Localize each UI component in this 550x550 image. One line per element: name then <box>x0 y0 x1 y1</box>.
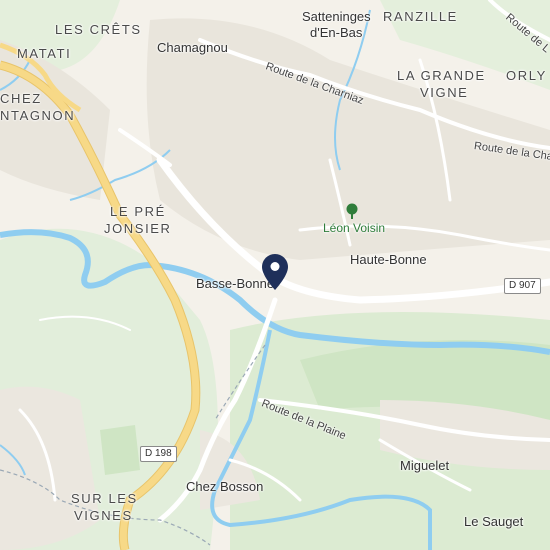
road-shield-d907: D 907 <box>504 278 541 294</box>
label-chez-bosson: Chez Bosson <box>186 479 264 494</box>
label-den-bas: d'En-Bas <box>310 25 363 40</box>
label-ranzille: RANZILLE <box>383 9 458 24</box>
label-satteninges: Satteninges <box>302 9 371 24</box>
label-leon-voisin[interactable]: Léon Voisin <box>323 221 385 235</box>
label-ntagnon: NTAGNON <box>0 108 76 123</box>
label-chez: CHEZ <box>0 91 42 106</box>
label-orly: ORLY <box>506 68 547 83</box>
location-pin-icon[interactable] <box>262 254 288 290</box>
label-la-grande: LA GRANDE <box>397 68 486 83</box>
label-le-sauget: Le Sauget <box>464 514 524 529</box>
label-chamagnou: Chamagnou <box>157 40 228 55</box>
label-vigne: VIGNE <box>420 85 469 100</box>
road-shield-d198: D 198 <box>140 446 177 462</box>
label-jonsier: JONSIER <box>104 221 172 236</box>
label-le-pre: LE PRÉ <box>110 204 166 219</box>
label-haute-bonne: Haute-Bonne <box>350 252 427 267</box>
map-view[interactable]: LES CRÊTS Satteninges d'En-Bas RANZILLE … <box>0 0 550 550</box>
label-sur-les: SUR LES <box>71 491 138 506</box>
label-les-crets: LES CRÊTS <box>55 22 142 37</box>
tree-icon[interactable] <box>345 203 359 219</box>
label-matati: MATATI <box>17 46 72 61</box>
label-miguelet: Miguelet <box>400 458 450 473</box>
label-vignes: VIGNES <box>74 508 133 523</box>
